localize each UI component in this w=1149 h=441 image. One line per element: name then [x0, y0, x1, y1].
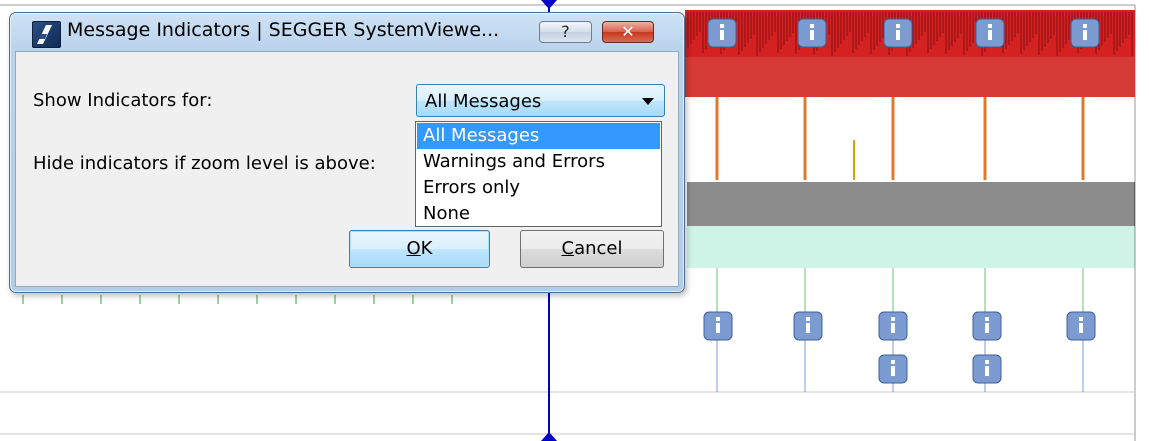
info-icon-stem [985, 366, 989, 376]
info-icon-dot [985, 317, 989, 321]
show-indicators-select[interactable]: All Messages [416, 84, 665, 117]
select-value: All Messages [425, 91, 542, 112]
info-icon-stem [806, 323, 810, 333]
hide-zoom-label: Hide indicators if zoom level is above: [33, 153, 376, 174]
info-icon-stem [810, 30, 814, 40]
help-button[interactable]: ? [539, 21, 592, 43]
cancel-mnemonic: C [561, 238, 575, 259]
task-band-bottom [685, 57, 1135, 97]
info-icon-stem [1083, 30, 1087, 40]
show-indicators-label: Show Indicators for: [33, 90, 213, 111]
info-icon-dot [985, 360, 989, 364]
info-icon-stem [1079, 323, 1083, 333]
option-none[interactable]: None [417, 201, 660, 227]
chevron-down-icon [642, 98, 654, 105]
option-warnings-and-errors[interactable]: Warnings and Errors [417, 149, 660, 175]
info-icon-stem [891, 323, 895, 333]
close-button[interactable]: ✕ [602, 21, 654, 43]
info-icon-dot [891, 360, 895, 364]
indicators-dropdown-list[interactable]: All Messages Warnings and Errors Errors … [415, 121, 662, 227]
cancel-label: ancel [574, 238, 623, 259]
info-icon-dot [891, 317, 895, 321]
dialog-title: Message Indicators | SEGGER SystemViewe.… [67, 19, 500, 41]
info-icon-stem [896, 30, 900, 40]
dialog-titlebar[interactable]: Message Indicators | SEGGER SystemViewe.… [10, 13, 684, 49]
info-icon-dot [806, 317, 810, 321]
option-errors-only[interactable]: Errors only [417, 175, 660, 201]
info-icon-dot [716, 317, 720, 321]
info-icon-stem [891, 366, 895, 376]
cancel-button[interactable]: Cancel [520, 230, 664, 268]
info-icon-stem [716, 323, 720, 333]
info-icon-dot [720, 24, 724, 28]
cursor-bottom-handle [541, 432, 557, 441]
info-icon-dot [988, 24, 992, 28]
info-icon-dot [1079, 317, 1083, 321]
ok-button[interactable]: OK [349, 230, 490, 268]
info-icon-stem [720, 30, 724, 40]
info-icon-stem [988, 30, 992, 40]
info-icon-dot [896, 24, 900, 28]
info-icon-stem [985, 323, 989, 333]
ok-mnemonic: O [406, 238, 421, 259]
segger-app-icon [32, 21, 61, 48]
option-all-messages[interactable]: All Messages [417, 123, 660, 149]
info-icon-dot [810, 24, 814, 28]
ok-label: K [420, 238, 433, 259]
info-icon-dot [1083, 24, 1087, 28]
